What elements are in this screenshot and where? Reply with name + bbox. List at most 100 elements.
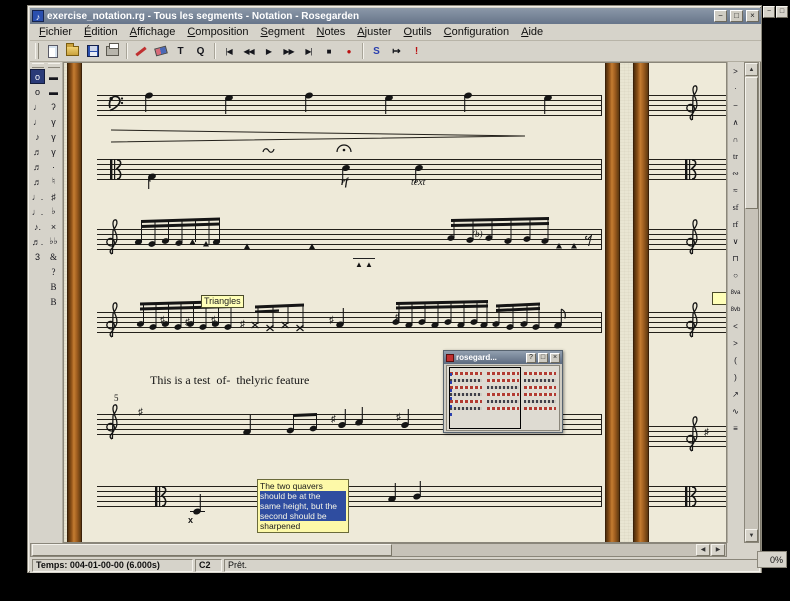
phrase-button[interactable]: ) [729, 370, 743, 385]
page2-staff-1[interactable] [649, 83, 727, 129]
rewind-button[interactable]: ◀◀ [239, 42, 258, 61]
bass-clef-button[interactable]: ? [46, 264, 61, 279]
panic-button[interactable]: ! [407, 42, 426, 61]
record-button[interactable]: ● [339, 42, 358, 61]
toolbar-grip[interactable] [32, 63, 44, 68]
alto-clef-button[interactable]: B [46, 279, 61, 294]
whole-rest-button[interactable]: ▬ [46, 69, 61, 84]
save-button[interactable] [83, 42, 102, 61]
menu-configuration[interactable]: Configuration [439, 25, 514, 39]
panner-help-button[interactable]: ? [526, 353, 536, 363]
decrescendo-button[interactable]: > [729, 336, 743, 351]
natural-button[interactable]: ♮ [46, 174, 61, 189]
panner-view-rectangle[interactable] [449, 367, 521, 429]
toolbar-grip[interactable] [48, 63, 60, 68]
menu-fichier[interactable]: Fichier [34, 25, 77, 39]
sharp-button[interactable]: ♯ [46, 189, 61, 204]
play-button[interactable]: ▶ [259, 42, 278, 61]
stop-button[interactable]: ■ [319, 42, 338, 61]
corner-minimize-button[interactable]: − [763, 6, 775, 18]
tremolo-button[interactable]: ≡ [729, 421, 743, 436]
menu-affichage[interactable]: Affichage [125, 25, 181, 39]
hairpin-decrescendo[interactable] [109, 125, 529, 145]
rinforzando-button[interactable]: rf [729, 217, 743, 232]
staff-system-2[interactable] [97, 143, 602, 193]
triangles-tooltip[interactable]: Triangles [201, 295, 244, 308]
double-whole-note-button[interactable]: o [30, 69, 45, 84]
scroll-left-button[interactable]: ◀ [696, 544, 710, 556]
sixteenth-note-button[interactable]: ♬ [30, 144, 45, 159]
notation-canvas[interactable]: v rf text (b) ▲ ▲ Triangles ♯ ♯ ♯ ♯ ♯ ♯ … [63, 62, 727, 543]
glissando-button[interactable]: ↗ [729, 387, 743, 402]
staccato-button[interactable]: · [729, 81, 743, 96]
tenuto-button[interactable]: − [729, 98, 743, 113]
vertical-scroll-thumb[interactable] [745, 77, 758, 209]
flat-button[interactable]: ♭ [46, 204, 61, 219]
thirty-second-note-button[interactable]: ♬ [30, 159, 45, 174]
mordent-button[interactable]: ≈ [729, 183, 743, 198]
menu-outils[interactable]: Outils [399, 25, 437, 39]
dotted-quarter-note-button[interactable]: ♩. [30, 204, 45, 219]
whole-note-button[interactable]: o [30, 84, 45, 99]
vertical-scrollbar[interactable]: ▲ ▼ [744, 62, 759, 543]
follow-playback-button[interactable]: ↦ [387, 42, 406, 61]
horizontal-scrollbar[interactable]: ◀ ▶ [30, 543, 727, 557]
menu-notes[interactable]: Notes [312, 25, 351, 39]
fast-forward-button[interactable]: ▶▶ [279, 42, 298, 61]
double-flat-button[interactable]: ♭♭ [46, 234, 61, 249]
half-rest-button[interactable]: ▬ [46, 84, 61, 99]
sticky-note-annotation[interactable]: The two quavers should be at the same he… [257, 479, 349, 533]
staff-system-4[interactable] [97, 298, 602, 354]
marcato-button[interactable]: ∧ [729, 115, 743, 130]
text-mark[interactable]: text [411, 177, 425, 188]
quarter-note-button[interactable]: ♩ [30, 114, 45, 129]
treble-clef-button[interactable]: & [46, 249, 61, 264]
menu-ajuster[interactable]: Ajuster [352, 25, 396, 39]
panner-titlebar[interactable]: rosegard... ? □ × [444, 351, 562, 364]
scroll-up-button[interactable]: ▲ [745, 63, 758, 76]
lyric-text[interactable]: This is a test of- thelyric feature [150, 373, 309, 388]
dotted-eighth-note-button[interactable]: ♪. [30, 219, 45, 234]
open-file-button[interactable] [63, 42, 82, 61]
new-file-button[interactable] [43, 42, 62, 61]
corner-restore-button[interactable]: □ [776, 6, 788, 18]
ottava-button[interactable]: 8va [729, 285, 743, 300]
maximize-button[interactable]: □ [730, 10, 743, 22]
print-button[interactable] [103, 42, 122, 61]
down-bow-button[interactable]: ⊓ [729, 251, 743, 266]
slur-button[interactable]: ( [729, 353, 743, 368]
up-bow-button[interactable]: ∨ [729, 234, 743, 249]
harmonic-button[interactable]: ○ [729, 268, 743, 283]
page2-staff-2[interactable] [649, 143, 727, 193]
fermata-button[interactable]: ∩ [729, 132, 743, 147]
menu-edition[interactable]: Édition [79, 25, 123, 39]
dotted-half-note-button[interactable]: ♩. [30, 189, 45, 204]
dotted-sixteenth-note-button[interactable]: ♬. [30, 234, 45, 249]
solo-toggle-button[interactable]: S [367, 42, 386, 61]
menu-composition[interactable]: Composition [182, 25, 253, 39]
menu-aide[interactable]: Aide [516, 25, 548, 39]
zoom-tool-button[interactable]: Q [191, 42, 210, 61]
page2-staff-4[interactable] [649, 298, 727, 354]
dot-button[interactable]: · [46, 159, 61, 174]
staff-system-6[interactable] [97, 473, 602, 525]
eighth-note-button[interactable]: ♪ [30, 129, 45, 144]
panner-restore-button[interactable]: □ [538, 353, 548, 363]
draw-tool-button[interactable] [131, 42, 150, 61]
horizontal-scroll-thumb[interactable] [32, 544, 392, 556]
skip-to-start-button[interactable]: |◀ [219, 42, 238, 61]
scroll-right-button[interactable]: ▶ [711, 544, 725, 556]
toolbar-grip[interactable] [35, 43, 39, 59]
page2-staff-3[interactable] [649, 215, 727, 273]
page2-staff-5[interactable] [649, 413, 727, 463]
thirty-second-rest-button[interactable]: γ [46, 144, 61, 159]
titlebar[interactable]: ♪ exercise_notation.rg - Tous les segmen… [30, 8, 761, 24]
sforzando-button[interactable]: sf [729, 200, 743, 215]
minimize-button[interactable]: − [714, 10, 727, 22]
scroll-down-button[interactable]: ▼ [745, 529, 758, 542]
quarter-rest-button[interactable]: ʔ [46, 99, 61, 114]
staff-system-3[interactable] [97, 215, 602, 273]
annotation-fragment[interactable] [712, 292, 727, 305]
sixteenth-rest-button[interactable]: γ [46, 129, 61, 144]
trill-button[interactable]: tr [729, 149, 743, 164]
